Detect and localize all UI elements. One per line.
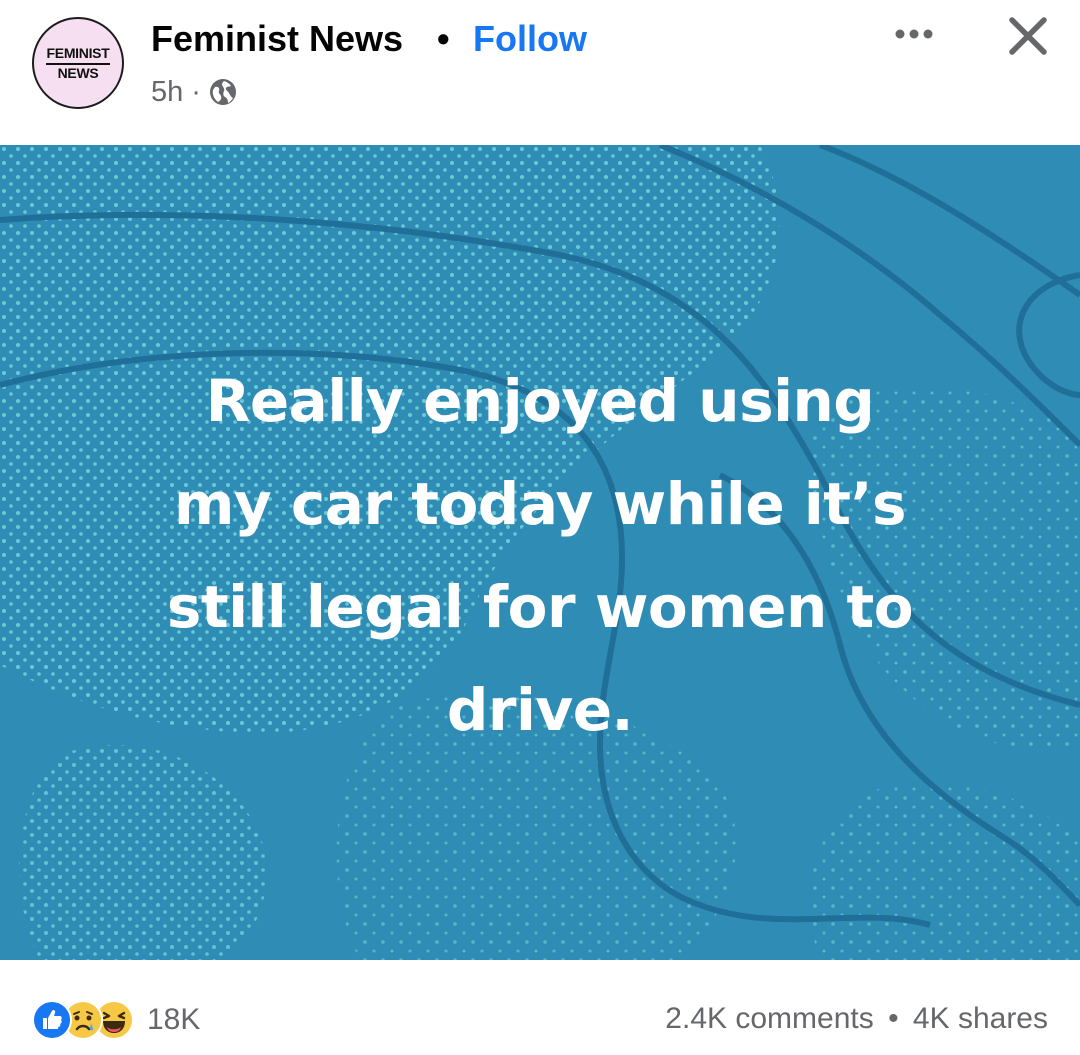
avatar-text-line1: FEMINIST xyxy=(46,44,110,61)
image-text-line: still legal for women to xyxy=(166,573,914,641)
follow-button[interactable]: Follow xyxy=(473,18,587,60)
image-text-line: my car today while it’s xyxy=(173,470,907,538)
shares-count-link[interactable]: 4K shares xyxy=(913,1002,1048,1035)
image-text-line: drive. xyxy=(446,676,634,744)
post-header: FEMINIST NEWS Feminist News • Follow 5h … xyxy=(0,0,1080,145)
avatar-text-line2: NEWS xyxy=(57,64,99,81)
page-avatar[interactable]: FEMINIST NEWS xyxy=(32,17,124,109)
close-icon[interactable] xyxy=(1006,14,1050,58)
page-name-link[interactable]: Feminist News xyxy=(151,18,403,60)
stats-separator: • xyxy=(888,1002,899,1035)
comments-count-link[interactable]: 2.4K comments xyxy=(665,1002,873,1035)
image-text-line: Really enjoyed using xyxy=(205,367,875,435)
more-options-icon[interactable] xyxy=(892,22,936,46)
post-footer: 18K 2.4K comments • 4K shares xyxy=(0,960,1080,1055)
globe-icon xyxy=(209,78,237,106)
reactions-summary[interactable]: 18K xyxy=(32,1000,200,1040)
post-timestamp[interactable]: 5h xyxy=(151,76,183,109)
name-follow-separator: • xyxy=(437,18,450,59)
like-icon xyxy=(32,1000,72,1040)
meta-separator: · xyxy=(191,75,201,108)
engagement-stats: 2.4K comments • 4K shares xyxy=(665,1002,1048,1036)
image-caption-text: Really enjoyed using my car today while … xyxy=(40,350,1040,762)
post-image[interactable]: Really enjoyed using my car today while … xyxy=(0,145,1080,960)
post-meta: 5h · xyxy=(151,74,237,110)
reaction-count: 18K xyxy=(147,1003,201,1036)
